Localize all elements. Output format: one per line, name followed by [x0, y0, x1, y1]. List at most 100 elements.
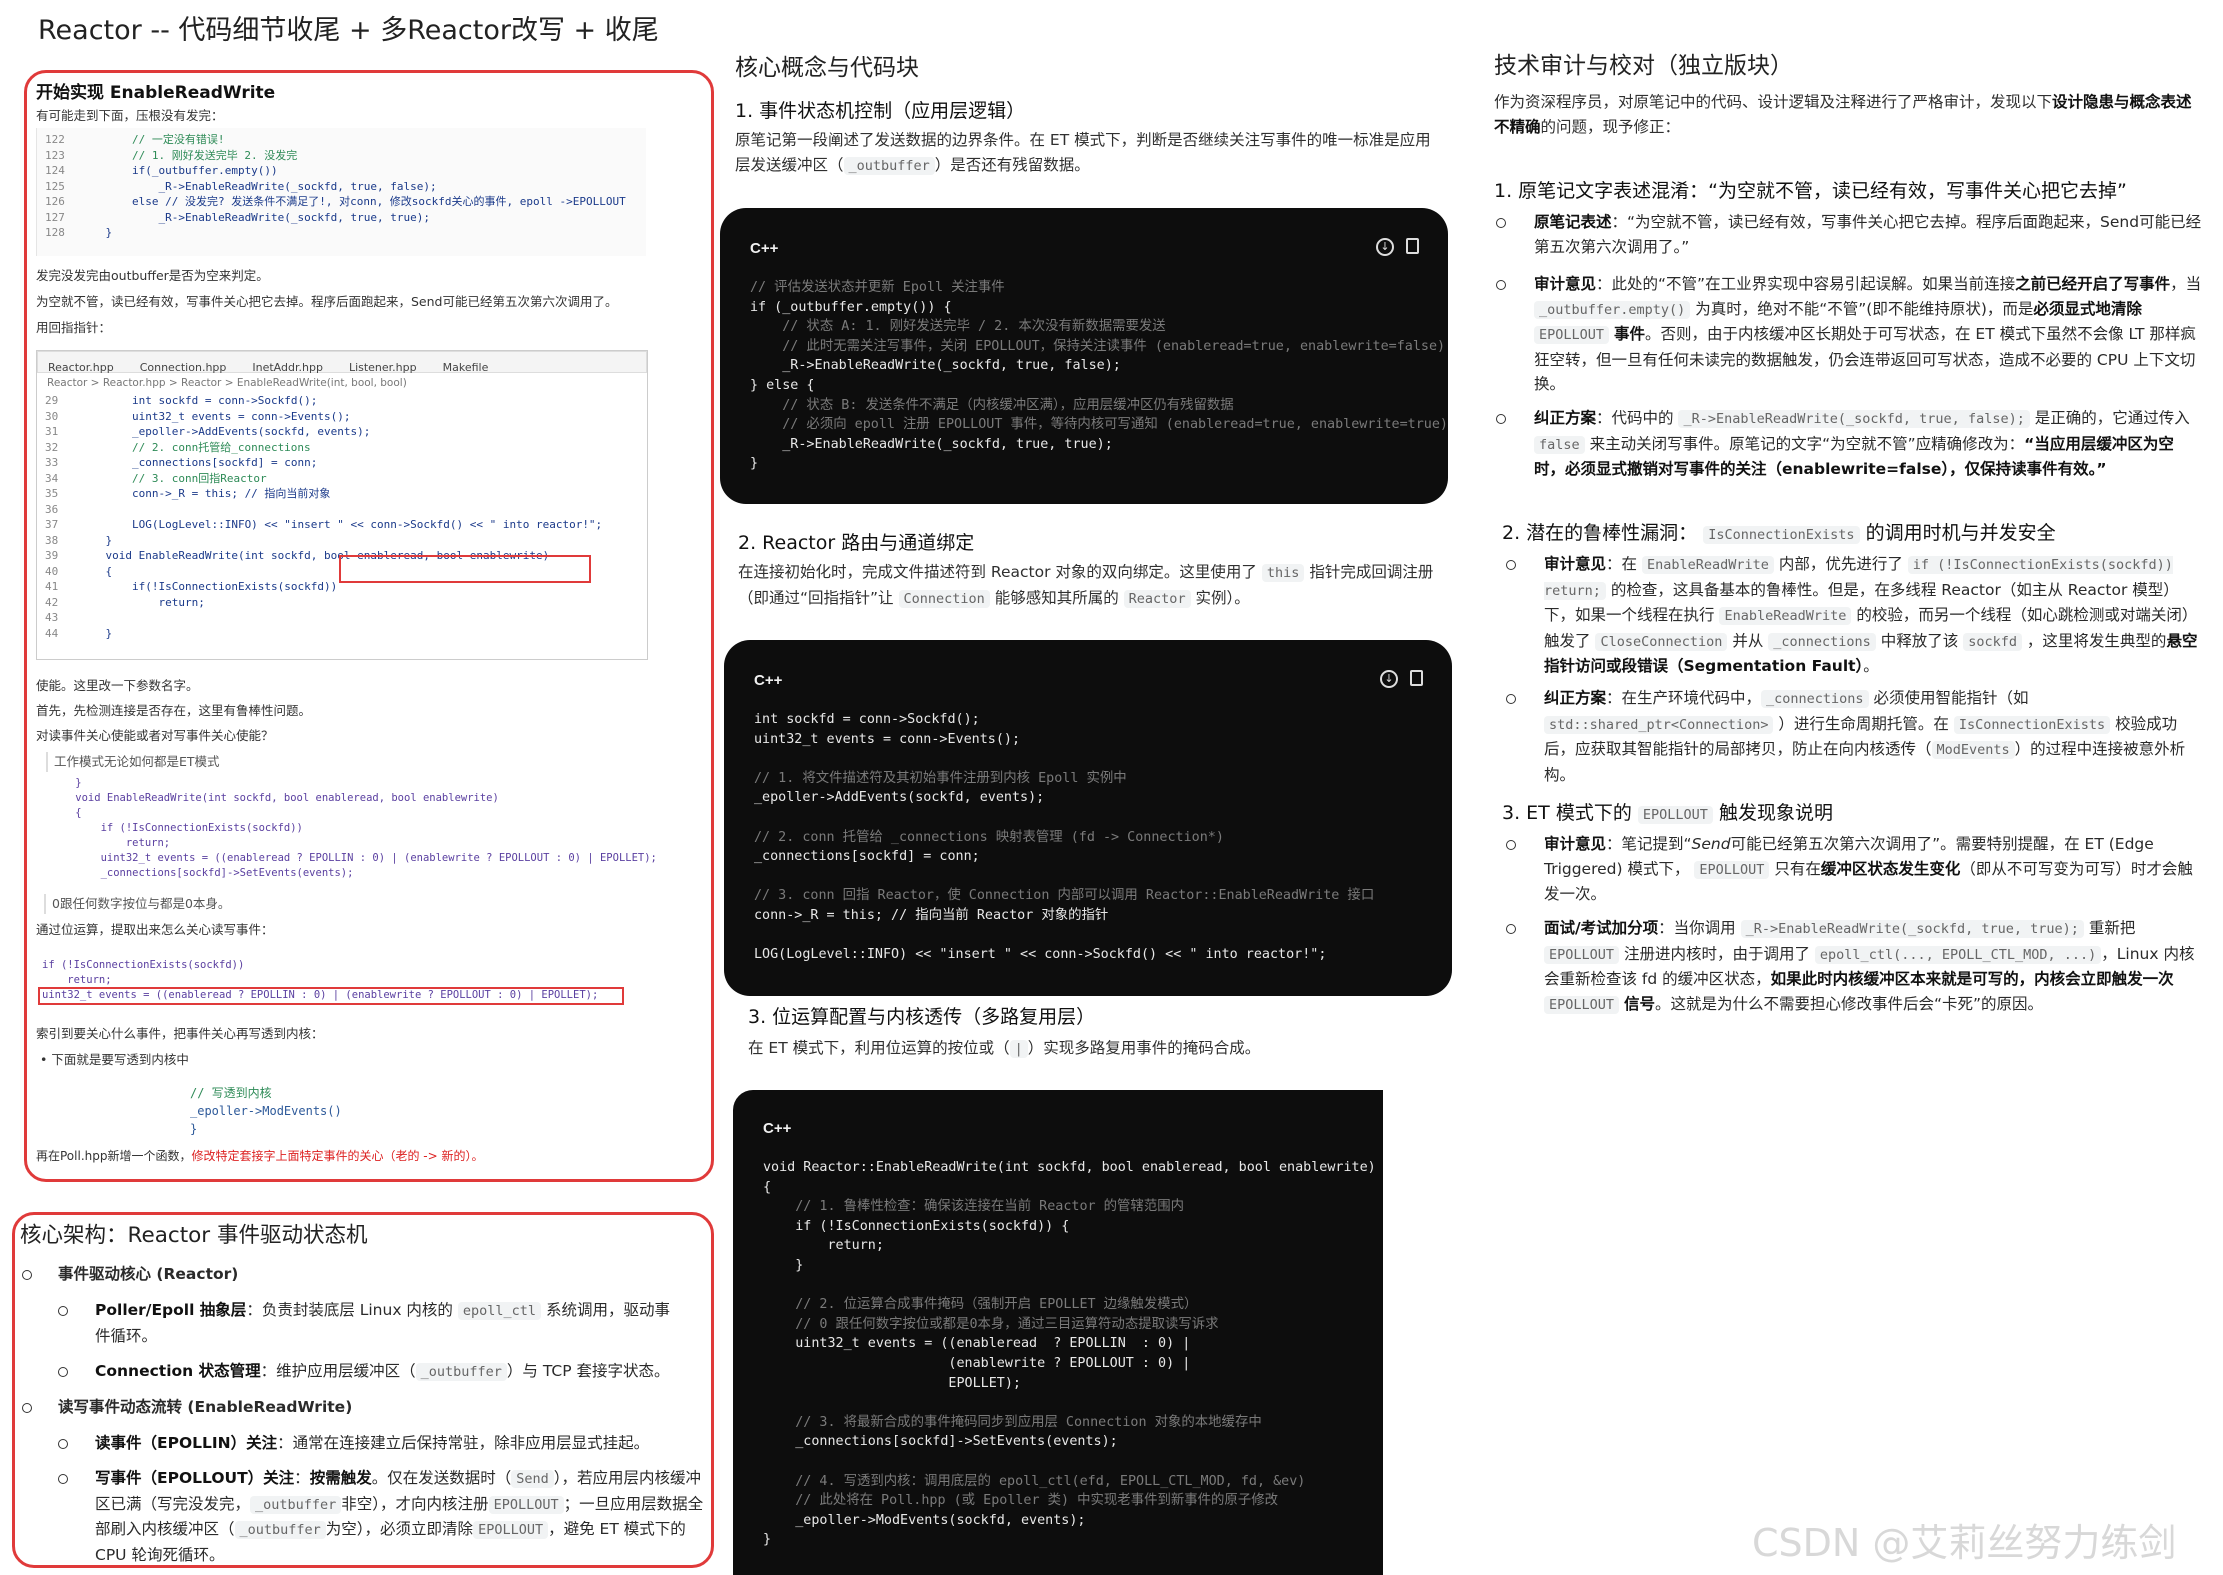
code-snippet-modevents: // 写透到内核 _epoller->ModEvents()}: [190, 1084, 342, 1138]
code-line: _R->EnableReadWrite(_sockfd, true, true)…: [750, 436, 1113, 452]
line-number: 126: [45, 195, 65, 208]
code-text: return;: [79, 595, 205, 609]
code-line: 32 // 2. conn托管给_connections: [45, 440, 602, 456]
code-text: _R->EnableReadWrite(_sockfd, true, true)…: [79, 210, 430, 224]
arch-item: Poller/Epoll 抽象层：负责封装底层 Linux 内核的 epoll_…: [95, 1301, 670, 1345]
code-line: 123 // 1. 刚好发送完毕 2. 没发完: [45, 148, 626, 164]
code-line: 127 _R->EnableReadWrite(_sockfd, true, t…: [45, 210, 626, 226]
editor-tab[interactable]: Reactor.hpp: [48, 361, 114, 374]
code-line: 43: [45, 610, 602, 626]
note-line: 用回指指针：: [36, 320, 112, 335]
code-line: conn->_R = this; // 指向当前 Reactor 对象的指针: [754, 907, 1109, 923]
code-line: void EnableReadWrite(int sockfd, bool en…: [50, 792, 499, 804]
code-line: // 评估发送状态并更新 Epoll 关注事件: [750, 280, 1005, 295]
code-line: return;: [50, 837, 171, 849]
code-text: uint32_t events = conn->Events();: [79, 409, 351, 423]
copy-icon[interactable]: [1406, 238, 1419, 254]
editor-tab[interactable]: Connection.hpp: [140, 361, 227, 374]
editor-tab[interactable]: InetAddr.hpp: [252, 361, 323, 374]
copy-icon[interactable]: [1410, 670, 1423, 686]
code-text: if(_outbuffer.empty()): [79, 164, 278, 177]
code-line: 125 _R->EnableReadWrite(_sockfd, true, f…: [45, 179, 626, 195]
note-line: 发完没发完由outbuffer是否为空来判定。: [36, 268, 269, 283]
note-line: 通过位运算，提取出来怎么关心读写事件：: [36, 922, 274, 937]
section-title: 3. 位运算配置与内核透传（多路复用层）: [748, 1006, 1096, 1028]
line-number: 122: [45, 133, 65, 146]
code-line: (enablewrite ? EPOLLOUT : 0) |: [763, 1355, 1191, 1371]
ide-breadcrumb: Reactor > Reactor.hpp > Reactor > Enable…: [47, 377, 407, 389]
line-number: 40: [45, 564, 59, 578]
code-line: 29 int sockfd = conn->Sockfd();: [45, 393, 602, 409]
code-line: {: [50, 807, 82, 819]
line-number: 123: [45, 148, 65, 162]
note-line: 索引到要关心什么事件，把事件关心再写透到内核：: [36, 1026, 324, 1041]
code-line: 42 return;: [45, 595, 602, 611]
code-line: 35 conn->_R = this; // 指向当前对象: [45, 486, 602, 502]
section-title: 1. 事件状态机控制（应用层逻辑）: [735, 100, 1026, 122]
editor-tab[interactable]: Listener.hpp: [349, 361, 417, 374]
code-line: int sockfd = conn->Sockfd();: [754, 712, 980, 727]
line-number: 35: [45, 487, 59, 500]
line-number: 127: [45, 210, 65, 224]
ide-tab-bar: Reactor.hpp Connection.hpp InetAddr.hpp Lis…: [37, 351, 647, 374]
arch-item: 写事件（EPOLLOUT）关注：按需触发。仅在发送数据时（ Send ），若应用层内…: [95, 1469, 704, 1564]
note-line: 为空就不管，读已经有效，写事件关心把它去掉。程序后面跑起来，Send可能已经第五…: [36, 294, 618, 309]
code-text: conn->_R = this; // 指向当前对象: [79, 487, 331, 500]
code-line: }: [750, 456, 759, 472]
line-number: 42: [45, 595, 59, 609]
download-icon[interactable]: ↓: [1380, 670, 1398, 688]
code-text: _epoller->AddEvents(sockfd, events);: [79, 425, 371, 438]
code-text: else // 没发完? 发送条件不满足了!, 对conn, 修改sockfd关…: [79, 195, 626, 208]
code-text: // 2. conn托管给_connections: [79, 440, 311, 454]
code-text: int sockfd = conn->Sockfd();: [79, 394, 318, 407]
code-line: 34 // 3. conn回指Reactor: [45, 471, 602, 487]
section-paragraph: 在 ET 模式下，利用位运算的按位或（ | ）实现多路复用事件的掩码合成。: [748, 1039, 1261, 1058]
arch-item: 读事件（EPOLLIN）关注：通常在连接建立后保持常驻，除非应用层显式挂起。: [95, 1434, 650, 1452]
section-paragraph: 原笔记第一段阐述了发送数据的边界条件。在 ET 模式下，判断是否继续关注写事件的…: [735, 131, 1431, 175]
audit-point: 面试/考试加分项：当你调用 _R->EnableReadWrite(_sockf…: [1544, 919, 2195, 1014]
code-text: }: [79, 226, 113, 239]
line-number: 32: [45, 440, 59, 454]
code-line: // 状态 B: 发送条件不满足（内核缓冲区满），应用层缓冲区仍有残留数据: [750, 397, 1234, 413]
code-text: }: [79, 533, 113, 547]
audit-point: 纠正方案：代码中的 _R->EnableReadWrite(_sockfd, t…: [1534, 409, 2190, 478]
note-heading: 开始实现 EnableReadWrite: [36, 83, 276, 103]
code-line: 36: [45, 502, 602, 518]
code-language-label: C++: [754, 672, 783, 689]
audit-item-title: 1. 原笔记文字表述混淆：“为空就不管，读已经有效，写事件关心把它去掉”: [1494, 180, 2127, 202]
code-line: 38 }: [45, 533, 602, 549]
code-line: 30 uint32_t events = conn->Events();: [45, 409, 602, 425]
line-number: 38: [45, 533, 59, 547]
note-intro: 有可能走到下面，压根没有发完：: [36, 108, 224, 123]
note-line: 0跟任何数字按位与都是0本身。: [44, 894, 230, 914]
line-number: 43: [45, 611, 59, 624]
code-line: 122 // 一定没有错误!: [45, 132, 626, 148]
line-number: 36: [45, 502, 59, 516]
download-icon[interactable]: ↓: [1376, 238, 1394, 256]
editor-tab[interactable]: Makefile: [443, 361, 489, 374]
note-line: 对读事件关心使能或者对写事件关心使能？: [36, 728, 274, 743]
code-line: return;: [763, 1238, 884, 1254]
audit-item-title: 2. 潜在的鲁棒性漏洞： IsConnectionExists 的调用时机与并发…: [1502, 522, 2056, 544]
code-line: EPOLLET);: [763, 1375, 1021, 1391]
audit-point: 纠正方案：在生产环境代码中， _connections 必须使用智能指针（如 st…: [1544, 689, 2186, 784]
code-text: }: [79, 626, 113, 640]
code-line: 44 }: [45, 626, 602, 642]
code-line: }: [50, 777, 82, 789]
code-text: // 一定没有错误!: [79, 133, 225, 146]
ide-screenshot: Reactor.hpp Connection.hpp InetAddr.hpp Lis…: [36, 350, 648, 660]
line-number: 124: [45, 164, 65, 177]
code-line: _connections[sockfd]->SetEvents(events);: [763, 1434, 1118, 1450]
section-title: 2. Reactor 路由与通道绑定: [738, 532, 975, 554]
audit-point: 审计意见：在 EnableReadWrite 内部，优先进行了 if (!IsC…: [1544, 555, 2198, 675]
line-number: 37: [45, 518, 59, 531]
code-line: void Reactor::EnableReadWrite(int sockfd…: [763, 1160, 1376, 1175]
code-line: // 1. 鲁棒性检查：确保该连接在当前 Reactor 的管辖范围内: [763, 1199, 1184, 1215]
code-text: _R->EnableReadWrite(_sockfd, true, false…: [79, 179, 437, 193]
